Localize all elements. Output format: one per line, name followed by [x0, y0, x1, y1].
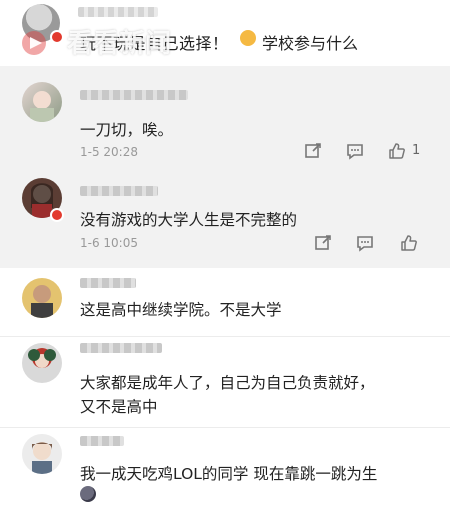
reply-time: 1-6 10:05: [80, 236, 138, 250]
reply-item[interactable]: 一刀切，唉。 1-5 20:28 1: [0, 66, 450, 164]
username-blurred: [80, 90, 188, 100]
like-icon[interactable]: [388, 142, 406, 160]
avatar[interactable]: [22, 434, 62, 474]
comment-text-secondary: 学校参与什么: [262, 34, 359, 53]
like-count: 1: [412, 143, 421, 158]
comment-icon[interactable]: [346, 142, 364, 160]
username-blurred: [80, 278, 136, 288]
share-icon[interactable]: [314, 234, 332, 252]
share-icon[interactable]: [304, 142, 322, 160]
reply-thread: 一刀切，唉。 1-5 20:28 1 没有游戏的大学人生是不完整的 1-6 10…: [0, 66, 450, 268]
reply-text: 没有游戏的大学人生是不完整的: [80, 211, 298, 229]
reply-time: 1-5 20:28: [80, 145, 138, 159]
comment-item[interactable]: 大家都是成年人了，自己为自己负责就好， 又不是高中: [0, 337, 450, 427]
comment-item[interactable]: 我一成天吃鸡LOL的同学 现在靠跳一跳为生: [0, 428, 450, 514]
avatar[interactable]: [22, 82, 62, 122]
watermark: 看看新闻: [20, 23, 171, 60]
comment-icon[interactable]: [356, 234, 374, 252]
username-blurred: [78, 7, 158, 17]
watermark-text: 看看新闻: [67, 29, 172, 59]
avatar[interactable]: [22, 278, 62, 318]
emoji-icon: [240, 30, 256, 46]
comment-text-line2: 又不是高中: [80, 398, 158, 416]
avatar[interactable]: [22, 343, 62, 383]
comment-screen: 玩不玩是自己选择！ 学校参与什么 看看新闻 一刀切，唉。 1-5 20:28 1…: [0, 0, 450, 514]
username-blurred: [80, 436, 124, 446]
verified-badge-icon: [50, 208, 64, 222]
watermark-logo-icon: [20, 29, 54, 57]
top-comment[interactable]: 玩不玩是自己选择！ 学校参与什么 看看新闻: [0, 0, 450, 64]
emoji-icon: [80, 486, 96, 502]
comment-text: 这是高中继续学院。不是大学: [80, 301, 282, 319]
username-blurred: [80, 186, 158, 196]
username-blurred: [80, 343, 162, 353]
like-icon[interactable]: [400, 234, 418, 252]
comment-text: 我一成天吃鸡LOL的同学 现在靠跳一跳为生: [80, 465, 378, 483]
reply-item[interactable]: 没有游戏的大学人生是不完整的 1-6 10:05: [0, 164, 450, 268]
comment-item[interactable]: 这是高中继续学院。不是大学: [0, 268, 450, 336]
comment-text: 大家都是成年人了，自己为自己负责就好，: [80, 374, 375, 392]
reply-text: 一刀切，唉。: [80, 121, 174, 139]
